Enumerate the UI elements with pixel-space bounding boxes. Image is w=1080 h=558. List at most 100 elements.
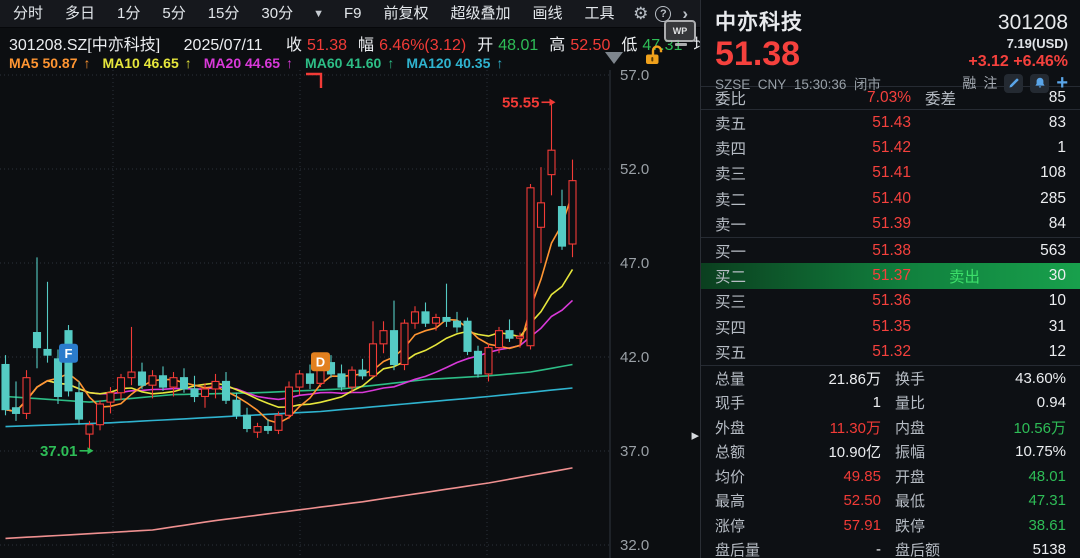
period-tab[interactable]: 15分	[197, 0, 251, 28]
stock-code: 301208	[998, 11, 1068, 35]
add-watchlist-icon[interactable]: +	[1056, 74, 1068, 92]
toolbar-actions: F9前复权超级叠加画线工具	[333, 0, 626, 28]
ohlc-field-label: 幅	[358, 37, 374, 53]
stats-row: 现手1量比0.94	[701, 390, 1080, 415]
bid-price: 51.32	[773, 343, 911, 361]
unlock-icon[interactable]	[644, 45, 664, 72]
ask-level-label: 卖四	[715, 137, 773, 159]
price-change: +3.12	[968, 53, 1008, 70]
stat-label: 最高	[715, 490, 773, 511]
ask-qty: 285	[988, 190, 1066, 208]
ohlc-field-label: 开	[477, 37, 493, 53]
stat-value: 48.01	[953, 468, 1066, 485]
stat-label: 总额	[715, 441, 773, 462]
period-tab[interactable]: 5分	[151, 0, 196, 28]
ask-price: 51.41	[773, 164, 911, 182]
ask-level-label: 卖二	[715, 188, 773, 210]
ask-level-label: 卖五	[715, 112, 773, 134]
period-tab[interactable]: 多日	[54, 0, 106, 28]
market-status: 闭市	[854, 77, 881, 92]
stat-value: 11.30万	[773, 417, 881, 438]
ma-trend-arrow-icon: ↑	[83, 55, 90, 71]
wps-overlay-icon[interactable]: WP	[664, 20, 698, 50]
chart-flag-label: D	[316, 355, 325, 370]
bid-price: 51.37	[773, 267, 911, 285]
stat-label: 最低	[881, 490, 953, 511]
bid-row[interactable]: 买四51.3531	[701, 314, 1080, 339]
bid-row[interactable]: 买二51.37卖出30	[701, 263, 1080, 288]
stat-value: 10.75%	[953, 443, 1066, 460]
edit-pencil-icon[interactable]	[1004, 74, 1023, 93]
bid-qty: 30	[988, 267, 1066, 285]
period-tab[interactable]: 1分	[106, 0, 151, 28]
stats-row: 外盘11.30万内盘10.56万	[701, 415, 1080, 440]
bid-row[interactable]: 买一51.38563	[701, 238, 1080, 263]
quote-panel: 中亦科技 301208 51.38 7.19(USD) +3.12 +6.46%…	[700, 0, 1080, 558]
period-tab[interactable]: 分时	[2, 0, 54, 28]
alert-bell-icon[interactable]	[1030, 74, 1049, 93]
ask-price: 51.43	[773, 114, 911, 132]
ma-trend-arrow-icon: ↑	[286, 55, 293, 71]
chart-area[interactable]: 57.052.047.042.037.032.055.5537.01FD 分时多…	[0, 0, 700, 558]
toolbar-action[interactable]: 前复权	[373, 0, 440, 28]
stat-label: 盘后额	[881, 539, 953, 558]
ask-row[interactable]: 卖一51.39 84	[701, 212, 1080, 237]
bid-level-label: 买四	[715, 316, 773, 338]
stat-label: 跌停	[881, 515, 953, 536]
candlestick-chart[interactable]: 57.052.047.042.037.032.055.5537.01FD	[0, 0, 700, 558]
stat-value: 52.50	[773, 492, 881, 509]
stock-name: 中亦科技	[715, 6, 803, 36]
ohlc-field-value: 51.38	[307, 37, 347, 53]
panel-collapse-handle[interactable]: ▸	[691, 428, 699, 443]
stat-value: -	[773, 541, 881, 558]
trade-direction-tag: 卖出	[911, 265, 988, 287]
period-tab[interactable]: 30分	[250, 0, 304, 28]
stat-value: 10.56万	[953, 417, 1066, 438]
period-dropdown-icon[interactable]: ▼	[304, 8, 333, 20]
ask-row[interactable]: 卖三51.41 108	[701, 161, 1080, 186]
toolbar-action[interactable]: 工具	[574, 0, 626, 28]
ma-label-value: MA5 50.87	[9, 55, 77, 71]
ask-price: 51.42	[773, 139, 911, 157]
stat-label: 总量	[715, 368, 773, 389]
ask-row[interactable]: 卖二51.40 285	[701, 186, 1080, 211]
stat-label: 换手	[881, 368, 953, 389]
ask-level-label: 卖三	[715, 162, 773, 184]
usd-price: 7.19(USD)	[968, 36, 1068, 52]
stat-value: 1	[773, 394, 881, 411]
bid-price: 51.38	[773, 242, 911, 260]
margin-tag[interactable]: 融	[962, 73, 976, 93]
stat-value: 49.85	[773, 468, 881, 485]
stat-value: 5138	[953, 541, 1066, 558]
quote-header: 中亦科技 301208 51.38 7.19(USD) +3.12 +6.46%…	[701, 0, 1080, 86]
ask-row[interactable]: 卖五51.4383	[701, 110, 1080, 135]
toolbar-action[interactable]: 画线	[522, 0, 574, 28]
chart-toolbar: 分时多日1分5分15分30分 ▼ F9前复权超级叠加画线工具 ⚙ ? ›	[0, 0, 700, 28]
toolbar-action[interactable]: 超级叠加	[440, 0, 522, 28]
ask-row[interactable]: 卖四51.42 1	[701, 135, 1080, 160]
bid-row[interactable]: 买五51.3212	[701, 340, 1080, 365]
ma-trend-arrow-icon: ↑	[387, 55, 394, 71]
ask-price: 51.40	[773, 190, 911, 208]
bid-qty: 12	[988, 343, 1066, 361]
stats-row: 盘后量-盘后额5138	[701, 537, 1080, 558]
stats-grid: 总量21.86万换手43.60%现手1量比0.94外盘11.30万内盘10.56…	[701, 366, 1080, 558]
ma-trend-arrow-icon: ↑	[496, 55, 503, 71]
ask-level-label: 卖一	[715, 213, 773, 235]
trading-app: 57.052.047.042.037.032.055.5537.01FD 分时多…	[0, 0, 1080, 558]
ohlc-field-label: 高	[549, 37, 565, 53]
collapse-caret-icon[interactable]	[605, 52, 623, 64]
ask-qty: 108	[988, 164, 1066, 182]
ask-qty: 84	[988, 215, 1066, 233]
y-axis-label: 32.0	[620, 537, 649, 554]
bid-qty: 10	[988, 292, 1066, 310]
note-tag[interactable]: 注	[983, 73, 997, 93]
ask-price: 51.39	[773, 215, 911, 233]
toolbar-action[interactable]: F9	[333, 0, 373, 28]
bid-qty: 563	[988, 242, 1066, 260]
bid-row[interactable]: 买三51.3610	[701, 289, 1080, 314]
quote-time: 15:30:36	[794, 77, 847, 92]
settings-gear-icon[interactable]: ⚙	[633, 4, 648, 24]
ask-qty: 1	[988, 139, 1066, 157]
stat-label: 现手	[715, 392, 773, 413]
